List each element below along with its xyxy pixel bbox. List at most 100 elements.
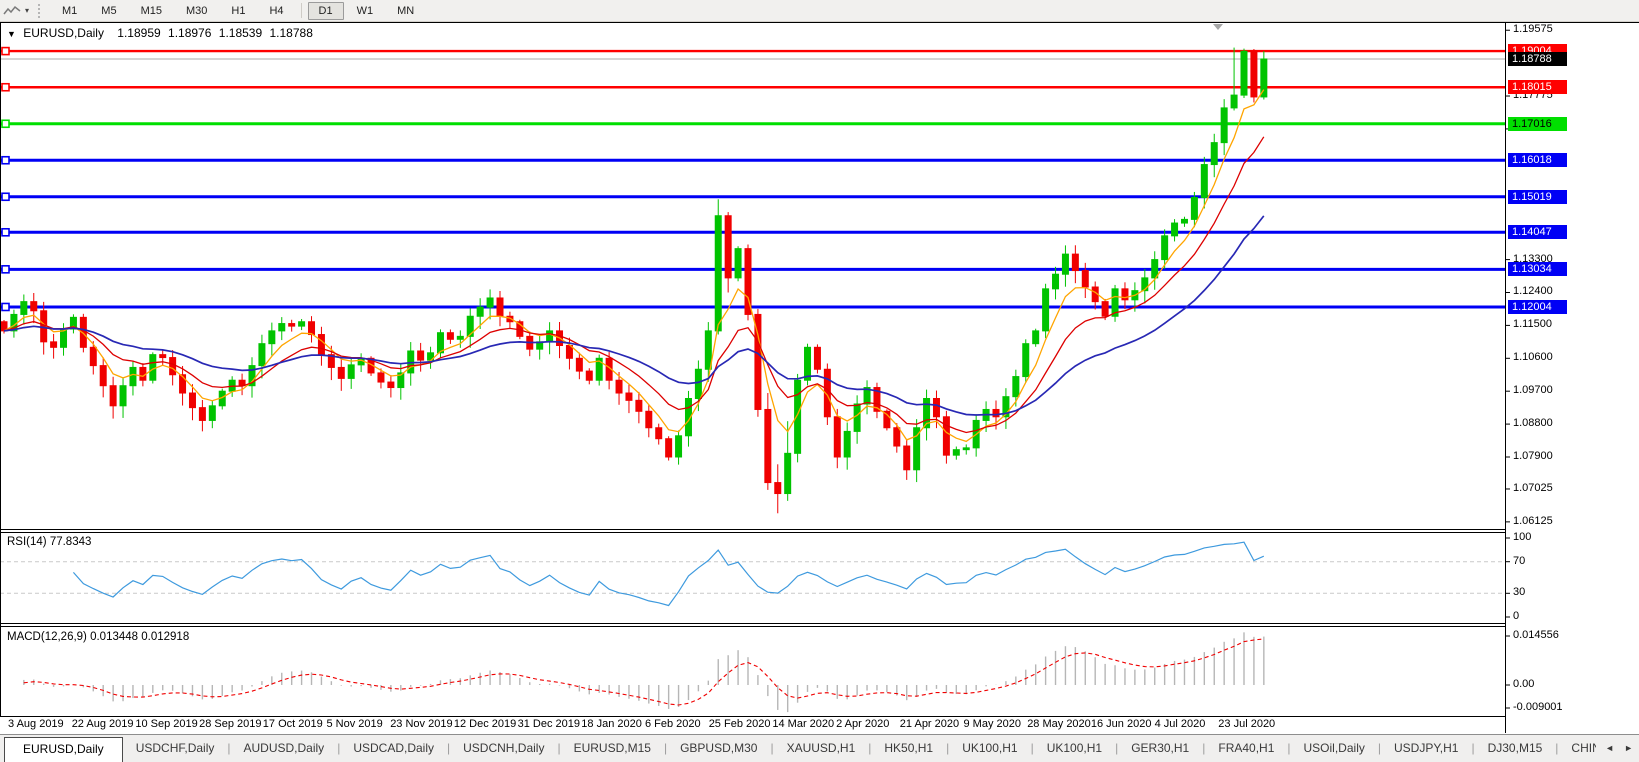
tab-usdjpy-h1[interactable]: USDJPY,H1 xyxy=(1381,735,1471,762)
tab-audusd-daily[interactable]: AUDUSD,Daily xyxy=(231,735,338,762)
price-line-chip[interactable]: 1.18015 xyxy=(1508,80,1567,94)
candle-body xyxy=(160,355,166,358)
tool-dropdown-arrow-icon[interactable]: ▾ xyxy=(25,6,29,15)
hline-anchor[interactable] xyxy=(2,193,9,200)
candle-body xyxy=(338,367,344,378)
candle-body xyxy=(963,448,969,450)
hline-anchor[interactable] xyxy=(2,84,9,91)
timeframe-button-m30[interactable]: M30 xyxy=(175,2,218,20)
candle-body xyxy=(299,322,305,326)
chart-tool-glyph xyxy=(2,4,22,18)
crosshair-tool-icon[interactable] xyxy=(2,4,22,18)
price-line-chip[interactable]: 1.17016 xyxy=(1508,117,1567,131)
candle-body xyxy=(418,351,424,360)
macd-signal-line xyxy=(24,639,1264,705)
timeframe-button-w1[interactable]: W1 xyxy=(346,2,385,20)
candle-body xyxy=(1162,236,1168,260)
price-line-chip[interactable]: 1.12004 xyxy=(1508,300,1567,314)
toolbar-grip[interactable] xyxy=(38,4,42,18)
timeframe-button-d1[interactable]: D1 xyxy=(308,2,344,20)
tab-hk50-h1[interactable]: HK50,H1 xyxy=(871,735,946,762)
tab-scroll-right-icon[interactable]: ► xyxy=(1624,743,1633,753)
hline-anchor[interactable] xyxy=(2,303,9,310)
price-line-chip[interactable]: 1.15019 xyxy=(1508,190,1567,204)
timeframe-button-m15[interactable]: M15 xyxy=(130,2,173,20)
candle-body xyxy=(854,404,860,431)
symbol-tabs: EURUSD,DailyUSDCHF,Daily|AUDUSD,Daily|US… xyxy=(4,735,1596,762)
date-label: 21 Apr 2020 xyxy=(900,718,959,730)
candle-body xyxy=(477,307,483,316)
chart-shift-marker[interactable] xyxy=(1213,24,1223,30)
tab-usdchf-daily[interactable]: USDCHF,Daily xyxy=(123,735,228,762)
candle-body xyxy=(150,355,156,381)
candle-body xyxy=(1201,165,1207,198)
hline-anchor[interactable] xyxy=(2,157,9,164)
candle-body xyxy=(130,367,136,385)
date-label: 17 Oct 2019 xyxy=(263,718,323,730)
hline-anchor[interactable] xyxy=(2,120,9,127)
date-label: 6 Feb 2020 xyxy=(645,718,701,730)
candle-body xyxy=(279,324,285,331)
date-label: 23 Nov 2019 xyxy=(390,718,452,730)
timeframe-button-h1[interactable]: H1 xyxy=(220,2,256,20)
candle-body xyxy=(626,393,632,400)
candle-body xyxy=(1102,302,1108,317)
tab-dj30-m15[interactable]: DJ30,M15 xyxy=(1475,735,1556,762)
tab-usdcnh-daily[interactable]: USDCNH,Daily xyxy=(450,735,557,762)
tab-usoil-daily[interactable]: USOil,Daily xyxy=(1291,735,1378,762)
tab-ger30-h1[interactable]: GER30,H1 xyxy=(1118,735,1202,762)
symbol-label: EURUSD,Daily xyxy=(23,26,104,40)
tab-fra40-h1[interactable]: FRA40,H1 xyxy=(1205,735,1287,762)
tab-usdcad-daily[interactable]: USDCAD,Daily xyxy=(340,735,447,762)
candle-body xyxy=(1211,143,1217,165)
candle-body xyxy=(576,358,582,371)
candle-body xyxy=(636,400,642,411)
candle-body xyxy=(715,216,721,331)
price-tick-label: 1.19575 xyxy=(1513,23,1553,35)
date-label: 25 Feb 2020 xyxy=(709,718,771,730)
date-label: 10 Sep 2019 xyxy=(135,718,197,730)
date-label: 2 Apr 2020 xyxy=(836,718,889,730)
hline-anchor[interactable] xyxy=(2,48,9,55)
candle-body xyxy=(844,431,850,457)
price-line-chip[interactable]: 1.13034 xyxy=(1508,262,1567,276)
price-line-chip[interactable]: 1.14047 xyxy=(1508,225,1567,239)
candle-body xyxy=(695,369,701,398)
ohlc-close: 1.18788 xyxy=(270,26,313,40)
candle-body xyxy=(943,417,949,455)
candle-body xyxy=(497,298,503,316)
price-line-chip[interactable]: 1.16018 xyxy=(1508,153,1567,167)
timeframe-button-m1[interactable]: M1 xyxy=(51,2,88,20)
candle-body xyxy=(646,411,652,427)
tab-uk100-h1[interactable]: UK100,H1 xyxy=(949,735,1030,762)
hline-anchor[interactable] xyxy=(2,266,9,273)
candle-body xyxy=(100,366,106,386)
price-tick-label: 1.09700 xyxy=(1513,384,1553,396)
candle-body xyxy=(1023,344,1029,377)
symbol-dropdown-icon[interactable]: ▼ xyxy=(7,29,16,39)
candle-body xyxy=(120,386,126,406)
candle-body xyxy=(785,453,791,493)
tab-eurusd-m15[interactable]: EURUSD,M15 xyxy=(561,735,664,762)
candle-body xyxy=(547,331,553,342)
tab-uk100-h1[interactable]: UK100,H1 xyxy=(1034,735,1115,762)
price-tick-label: 1.07025 xyxy=(1513,482,1553,494)
tab-xauusd-h1[interactable]: XAUUSD,H1 xyxy=(774,735,869,762)
price-tick-label: 1.06125 xyxy=(1513,515,1553,527)
tab-gbpusd-m30[interactable]: GBPUSD,M30 xyxy=(667,735,770,762)
tab-eurusd-daily[interactable]: EURUSD,Daily xyxy=(4,737,123,762)
date-label: 22 Aug 2019 xyxy=(72,718,134,730)
tab-scroll-left-icon[interactable]: ◄ xyxy=(1605,743,1614,753)
candle-body xyxy=(705,331,711,369)
candle-body xyxy=(487,298,493,307)
date-label: 12 Dec 2019 xyxy=(454,718,516,730)
candle-body xyxy=(1053,274,1059,289)
tab-china300-h4[interactable]: CHINA300,H4 xyxy=(1558,735,1596,762)
timeframe-button-mn[interactable]: MN xyxy=(386,2,425,20)
candle-body xyxy=(90,347,96,365)
candle-body xyxy=(735,249,741,278)
timeframe-button-h4[interactable]: H4 xyxy=(258,2,294,20)
date-label: 14 Mar 2020 xyxy=(772,718,834,730)
timeframe-button-m5[interactable]: M5 xyxy=(90,2,127,20)
hline-anchor[interactable] xyxy=(2,229,9,236)
